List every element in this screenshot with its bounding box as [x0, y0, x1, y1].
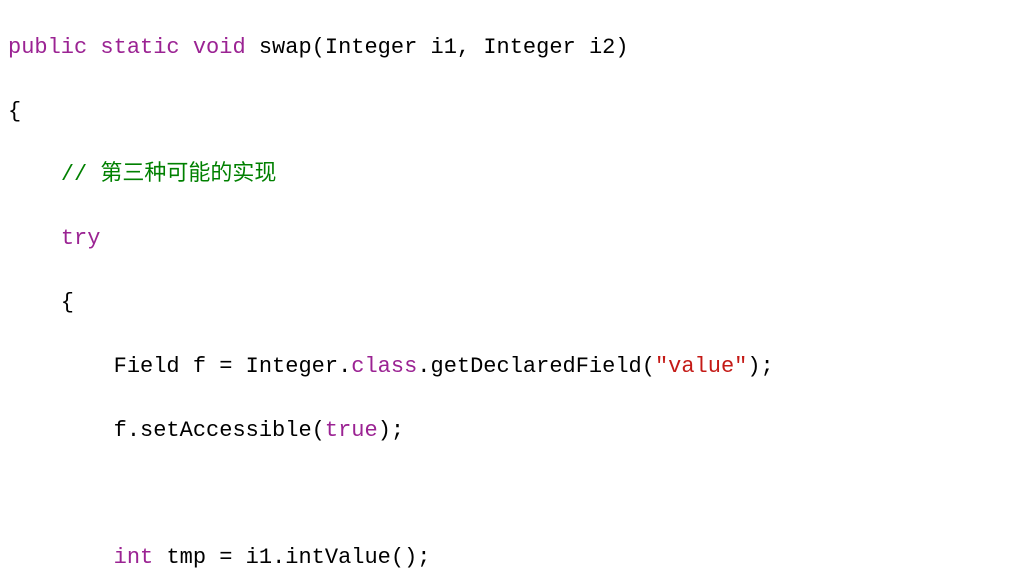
- keyword-public: public: [8, 35, 87, 60]
- code-line: int tmp = i1.intValue();: [8, 542, 1016, 574]
- paren: ): [615, 35, 628, 60]
- code-line: public static void swap(Integer i1, Inte…: [8, 32, 1016, 64]
- param-type: Integer: [483, 35, 575, 60]
- comma: ,: [457, 35, 470, 60]
- keyword-void: void: [193, 35, 246, 60]
- variable: f: [114, 418, 127, 443]
- code-line: f.setAccessible(true);: [8, 415, 1016, 447]
- method-call: setAccessible: [140, 418, 312, 443]
- code-line: {: [8, 96, 1016, 128]
- param-type: Integer: [325, 35, 417, 60]
- param-name: i1: [431, 35, 457, 60]
- keyword-class: class: [351, 354, 417, 379]
- code-line: Field f = Integer.class.getDeclaredField…: [8, 351, 1016, 383]
- variable: f: [193, 354, 206, 379]
- keyword-try: try: [61, 226, 101, 251]
- code-line: // 第三种可能的实现: [8, 159, 1016, 191]
- class-ref: Integer: [246, 354, 338, 379]
- keyword-static: static: [100, 35, 179, 60]
- code-editor[interactable]: public static void swap(Integer i1, Inte…: [0, 0, 1024, 581]
- comment: // 第三种可能的实现: [61, 162, 277, 187]
- param-name: i2: [589, 35, 615, 60]
- code-line: {: [8, 287, 1016, 319]
- code-line: ​: [8, 478, 1016, 510]
- method-call: getDeclaredField: [431, 354, 642, 379]
- method-call: intValue: [285, 545, 391, 570]
- brace: {: [8, 99, 21, 124]
- variable: tmp: [166, 545, 206, 570]
- paren: (: [312, 35, 325, 60]
- keyword-int: int: [114, 545, 154, 570]
- variable: i1: [246, 545, 272, 570]
- code-line: try: [8, 223, 1016, 255]
- literal-true: true: [325, 418, 378, 443]
- string-literal: "value": [655, 354, 747, 379]
- brace: {: [8, 290, 74, 315]
- type: Field: [114, 354, 180, 379]
- function-name: swap: [259, 35, 312, 60]
